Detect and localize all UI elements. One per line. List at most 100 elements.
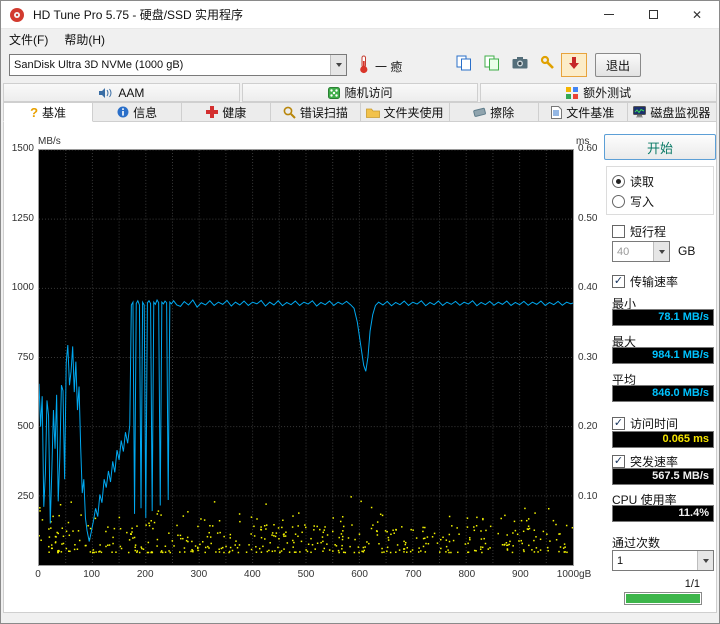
tab-label: 随机访问	[344, 86, 393, 100]
radio-unchecked-icon	[612, 195, 625, 208]
copy-image-button[interactable]	[479, 53, 505, 77]
app-icon	[9, 7, 25, 23]
axis-tick-label: 0.60	[578, 143, 598, 154]
thermometer-icon	[359, 55, 369, 79]
axis-tick-label: 600	[351, 569, 368, 580]
axis-tick-label: 500	[17, 421, 34, 432]
avg-value: 846.0 MB/s	[612, 385, 714, 402]
axis-tick-label: 100	[83, 569, 100, 580]
tab-label: 信息	[133, 105, 158, 120]
maximize-icon	[648, 10, 658, 19]
transfer-rate-checkbox[interactable]: 传输速率	[612, 273, 678, 290]
pass-count-label: 通过次数	[612, 536, 661, 550]
checkbox-checked-icon	[612, 275, 625, 288]
app-window: HD Tune Pro 5.75 - 硬盘/SSD 实用程序 ✕ 文件(F) 帮…	[0, 0, 720, 624]
pass-count-value: 1	[617, 554, 624, 567]
tab-disk-monitor[interactable]: 磁盘监视器	[627, 102, 717, 122]
toolbar: SanDisk Ultra 3D NVMe (1000 gB) 一 癒 退出	[1, 50, 719, 81]
exit-button[interactable]: 退出	[595, 53, 641, 77]
title-bar: HD Tune Pro 5.75 - 硬盘/SSD 实用程序 ✕	[1, 1, 719, 29]
max-value: 984.1 MB/s	[612, 347, 714, 364]
start-button[interactable]: 开始	[604, 134, 716, 160]
extra-tests-icon	[566, 86, 579, 99]
transfer-rate-label: 传输速率	[630, 275, 679, 289]
copy-image-icon	[484, 55, 500, 76]
dice-icon	[327, 86, 340, 99]
axis-tick-label: 400	[244, 569, 261, 580]
checkbox-checked-icon	[612, 417, 625, 430]
close-button[interactable]: ✕	[675, 1, 719, 28]
checkbox-checked-icon	[612, 455, 625, 468]
tab-label: 擦除	[490, 105, 515, 120]
benchmark-page: MB/s ms 250 500 750 1000 1250 1500 0.10 0.20 0.3…	[3, 122, 717, 613]
short-stroke-select[interactable]: 40	[612, 241, 670, 262]
drive-select[interactable]: SanDisk Ultra 3D NVMe (1000 gB)	[9, 54, 347, 76]
access-time-label: 访问时间	[630, 417, 679, 431]
tab-folder-usage[interactable]: 文件夹使用	[360, 102, 450, 122]
progress-bar	[624, 592, 702, 605]
benchmark-icon: ?	[30, 104, 39, 120]
short-stroke-value: 40	[617, 245, 630, 258]
tab-random-access[interactable]: 随机访问	[241, 83, 479, 102]
gb-label: GB	[678, 244, 696, 258]
write-radio[interactable]: 写入	[612, 193, 654, 210]
screenshot-button[interactable]	[507, 53, 533, 77]
axis-tick-label: 1000gB	[556, 569, 592, 580]
axis-tick-label: 0	[35, 569, 41, 580]
maximize-button[interactable]	[631, 1, 675, 28]
minimize-icon	[604, 14, 614, 15]
tab-file-benchmark[interactable]: 文件基准	[538, 102, 628, 122]
radio-checked-icon	[612, 175, 625, 188]
axis-tick-label: 0.20	[578, 421, 598, 432]
temperature-value: 一 癒	[375, 60, 403, 74]
tab-health[interactable]: 健康	[182, 102, 272, 122]
tab-label: 错误扫描	[299, 105, 348, 120]
read-radio[interactable]: 读取	[612, 173, 654, 190]
pass-count-select[interactable]: 1	[612, 550, 714, 571]
axis-tick-label: 750	[17, 351, 34, 363]
document-icon	[551, 105, 563, 119]
monitor-icon	[633, 106, 647, 118]
axis-tick-label: 700	[404, 569, 422, 580]
axis-tick-label: 500	[297, 569, 315, 580]
health-cross-icon	[206, 106, 219, 118]
drive-select-value: SanDisk Ultra 3D NVMe (1000 gB)	[14, 59, 184, 71]
tab-label: 健康	[222, 105, 247, 120]
read-radio-label: 读取	[630, 175, 655, 189]
menu-help[interactable]: 帮助(H)	[56, 29, 113, 50]
access-time-checkbox[interactable]: 访问时间	[612, 415, 678, 432]
secondary-tabs: AAM 随机访问 额外测试	[3, 83, 718, 102]
primary-tabs: ? 基准 信息 健康 错误扫描 文件夹使用 擦除 文件基准 磁盘监视器	[3, 102, 717, 122]
tab-info[interactable]: 信息	[93, 102, 183, 122]
axis-tick-label: 0.10	[578, 490, 598, 502]
tab-aam[interactable]: AAM	[3, 83, 240, 102]
minimize-button[interactable]	[587, 1, 631, 28]
menu-file[interactable]: 文件(F)	[1, 29, 56, 50]
benchmark-chart: MB/s ms 250 500 750 1000 1250 1500 0.10 0.20 0.3…	[4, 122, 604, 592]
menu-bar: 文件(F) 帮助(H)	[1, 29, 719, 50]
tab-label: 文件夹使用	[383, 105, 444, 120]
chevron-down-icon	[697, 551, 713, 570]
progress-text: 1/1	[684, 578, 700, 590]
axis-tick-label: 0.40	[578, 282, 598, 293]
close-icon: ✕	[691, 7, 703, 22]
copy-text-icon	[456, 55, 472, 76]
axis-tick-label: 0.30	[578, 351, 598, 363]
tab-label: 额外测试	[583, 86, 632, 100]
tab-extra-tests[interactable]: 额外测试	[480, 83, 718, 102]
short-stroke-label: 短行程	[630, 225, 667, 239]
short-stroke-checkbox[interactable]: 短行程	[612, 223, 666, 240]
y-left-unit: MB/s	[38, 136, 61, 147]
tab-benchmark[interactable]: ? 基准	[3, 102, 94, 122]
axis-tick-label: 300	[190, 569, 208, 580]
chevron-down-icon	[653, 242, 669, 261]
axis-tick-label: 0.50	[578, 212, 598, 224]
copy-text-button[interactable]	[451, 53, 477, 77]
wrench-icon	[540, 55, 556, 76]
options-button[interactable]	[535, 53, 561, 77]
camera-icon	[512, 56, 528, 74]
eraser-icon	[473, 106, 487, 118]
tab-erase[interactable]: 擦除	[449, 102, 539, 122]
tab-error-scan[interactable]: 错误扫描	[271, 102, 361, 122]
save-results-button[interactable]	[561, 53, 587, 77]
